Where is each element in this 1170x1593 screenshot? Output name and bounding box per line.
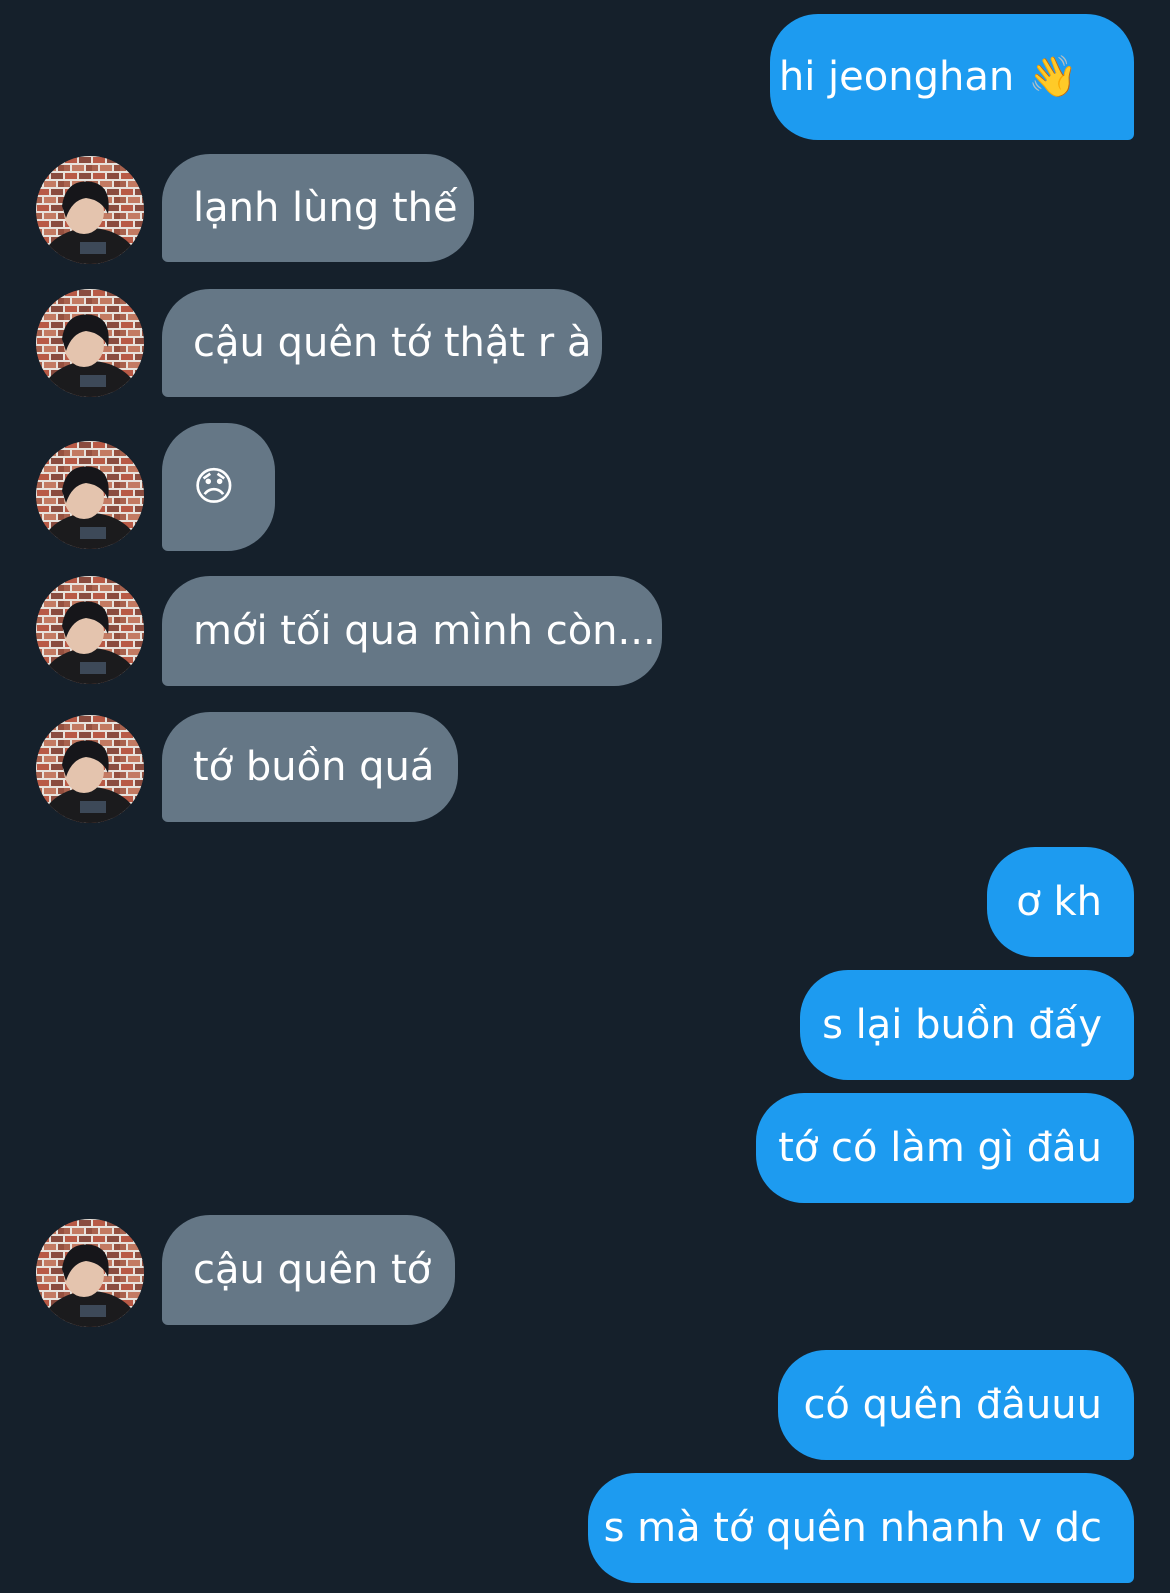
contact-avatar[interactable] bbox=[36, 715, 144, 823]
avatar-photo-icon bbox=[36, 715, 144, 823]
avatar-photo-icon bbox=[36, 1219, 144, 1327]
outgoing-message-bubble[interactable]: tớ có làm gì đâu bbox=[756, 1093, 1134, 1203]
message-text: tớ có làm gì đâu bbox=[778, 1125, 1102, 1171]
incoming-message-bubble[interactable]: lạnh lùng thế bbox=[162, 154, 474, 262]
incoming-message-bubble[interactable]: 😞 bbox=[162, 423, 275, 551]
message-text: ơ kh bbox=[1016, 879, 1102, 925]
avatar-photo-icon bbox=[36, 156, 144, 264]
outgoing-message-bubble[interactable]: s lại buồn đấy bbox=[800, 970, 1134, 1080]
contact-avatar[interactable] bbox=[36, 441, 144, 549]
message-text: s lại buồn đấy bbox=[822, 1002, 1102, 1048]
outgoing-message-bubble[interactable]: có quên đâuuu bbox=[778, 1350, 1134, 1460]
contact-avatar[interactable] bbox=[36, 156, 144, 264]
outgoing-message-bubble[interactable]: hi jeonghan 👋 bbox=[770, 14, 1134, 140]
message-text: cậu quên tớ bbox=[193, 1247, 432, 1293]
incoming-message-bubble[interactable]: tớ buồn quá bbox=[162, 712, 458, 822]
message-text: mới tối qua mình còn... bbox=[193, 608, 656, 654]
disappointed-face-emoji-icon: 😞 bbox=[193, 464, 235, 510]
avatar-photo-icon bbox=[36, 289, 144, 397]
message-text: tớ buồn quá bbox=[193, 744, 435, 790]
message-text: s mà tớ quên nhanh v dc bbox=[603, 1505, 1102, 1551]
message-text: cậu quên tớ thật r à bbox=[193, 320, 592, 366]
avatar-photo-icon bbox=[36, 441, 144, 549]
contact-avatar[interactable] bbox=[36, 576, 144, 684]
outgoing-message-bubble[interactable]: s mà tớ quên nhanh v dc bbox=[588, 1473, 1134, 1583]
message-text: có quên đâuuu bbox=[803, 1382, 1102, 1428]
avatar-photo-icon bbox=[36, 576, 144, 684]
incoming-message-bubble[interactable]: cậu quên tớ bbox=[162, 1215, 455, 1325]
waving-hand-emoji-icon: 👋 bbox=[1028, 54, 1078, 100]
contact-avatar[interactable] bbox=[36, 1219, 144, 1327]
message-text: lạnh lùng thế bbox=[193, 185, 458, 231]
incoming-message-bubble[interactable]: mới tối qua mình còn... bbox=[162, 576, 662, 686]
chat-thread: hi jeonghan 👋 lạnh lùng thế cậu quên tớ … bbox=[0, 0, 1170, 1593]
message-text: hi jeonghan bbox=[778, 54, 1015, 100]
outgoing-message-bubble[interactable]: ơ kh bbox=[987, 847, 1134, 957]
incoming-message-bubble[interactable]: cậu quên tớ thật r à bbox=[162, 289, 602, 397]
contact-avatar[interactable] bbox=[36, 289, 144, 397]
